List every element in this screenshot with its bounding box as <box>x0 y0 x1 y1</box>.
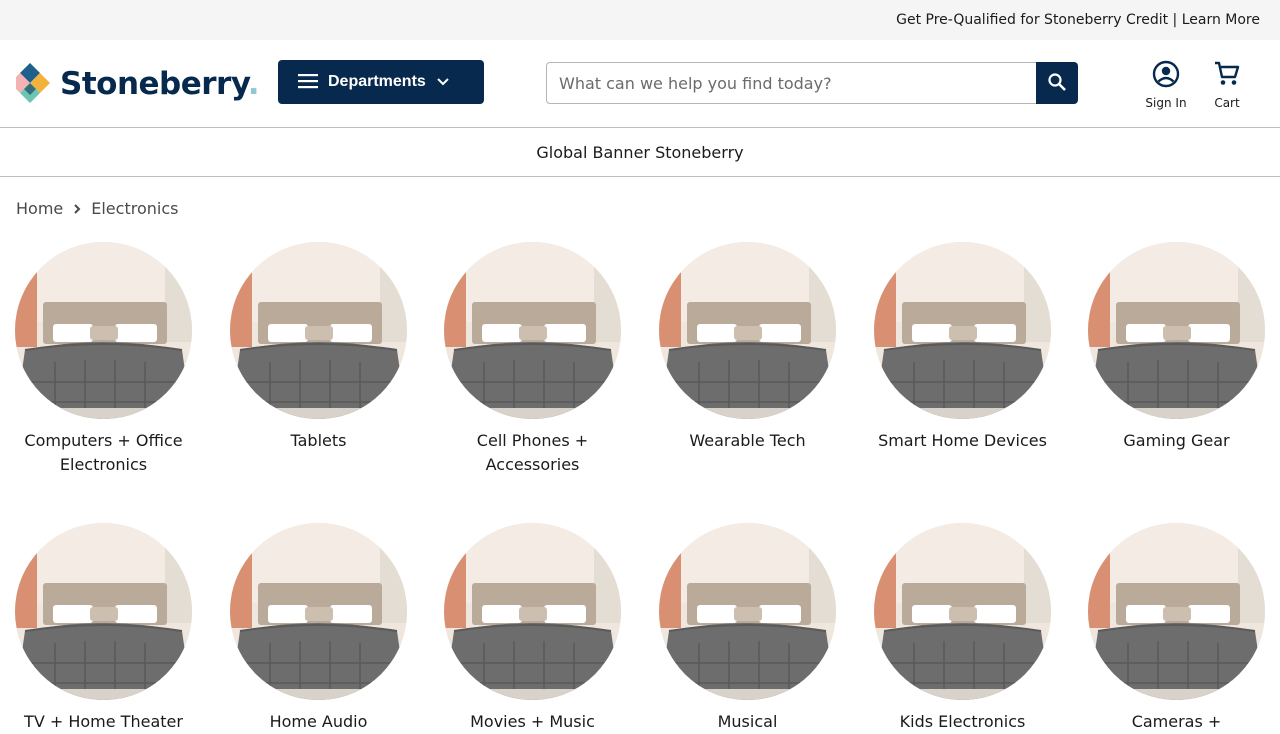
category-label: Kids Electronics <box>899 712 1026 731</box>
search-bar <box>546 62 1078 104</box>
global-banner: Global Banner Stoneberry <box>0 128 1280 177</box>
category-tile[interactable]: Cameras + <box>1088 523 1265 734</box>
category-label: Wearable Tech <box>689 431 806 450</box>
category-tile[interactable]: Musical <box>659 523 836 734</box>
category-image <box>874 523 1051 700</box>
breadcrumb: Home Electronics <box>16 199 178 218</box>
category-label: Computers + Office Electronics <box>24 431 183 474</box>
site-header: Stoneberry. Departments Sign In Cart <box>0 40 1280 128</box>
breadcrumb-current: Electronics <box>91 199 179 218</box>
category-label: TV + Home Theater <box>24 712 183 731</box>
category-tile[interactable]: Gaming Gear <box>1088 242 1265 453</box>
search-icon <box>1047 72 1067 95</box>
logo-mark-icon <box>10 63 56 105</box>
search-input[interactable] <box>546 62 1036 104</box>
category-tile[interactable]: Home Audio <box>230 523 407 734</box>
category-label: Smart Home Devices <box>878 431 1047 450</box>
logo-wordmark: Stoneberry. <box>60 65 259 102</box>
account-circle-icon <box>1152 60 1180 92</box>
departments-label: Departments <box>328 73 426 90</box>
category-image <box>1088 523 1265 700</box>
category-label: Cell Phones + Accessories <box>476 431 589 474</box>
chevron-down-icon <box>436 75 450 90</box>
category-image <box>444 523 621 700</box>
category-label: Cameras + <box>1131 712 1222 731</box>
category-image <box>15 242 192 419</box>
category-image <box>15 523 192 700</box>
search-button[interactable] <box>1036 62 1078 104</box>
category-tile[interactable]: TV + Home Theater <box>15 523 192 734</box>
category-tile[interactable]: Smart Home Devices <box>874 242 1051 453</box>
sign-in-label: Sign In <box>1145 96 1187 110</box>
chevron-right-icon <box>71 203 83 215</box>
category-tile[interactable]: Wearable Tech <box>659 242 836 453</box>
category-image <box>874 242 1051 419</box>
promo-credit-link[interactable]: Get Pre-Qualified for Stoneberry Credit … <box>896 12 1260 28</box>
category-label: Musical <box>717 712 778 731</box>
category-tile[interactable]: Movies + Music <box>444 523 621 734</box>
stoneberry-logo[interactable]: Stoneberry. <box>10 63 259 105</box>
breadcrumb-home-link[interactable]: Home <box>16 199 63 218</box>
category-image <box>230 523 407 700</box>
category-tile[interactable]: Computers + Office Electronics <box>15 242 192 477</box>
category-image <box>1088 242 1265 419</box>
category-tile[interactable]: Cell Phones + Accessories <box>444 242 621 477</box>
category-image <box>444 242 621 419</box>
category-label: Tablets <box>290 431 347 450</box>
departments-button[interactable]: Departments <box>278 60 484 104</box>
category-label: Movies + Music <box>470 712 595 731</box>
category-tile[interactable]: Kids Electronics <box>874 523 1051 734</box>
cart-icon <box>1213 60 1241 92</box>
hamburger-icon <box>298 73 318 92</box>
category-tile[interactable]: Tablets <box>230 242 407 453</box>
category-label: Gaming Gear <box>1123 431 1230 450</box>
category-image <box>659 523 836 700</box>
cart-button[interactable]: Cart <box>1200 60 1254 110</box>
category-label: Home Audio <box>269 712 368 731</box>
category-image <box>659 242 836 419</box>
global-banner-text: Global Banner Stoneberry <box>536 142 744 162</box>
promo-bar: Get Pre-Qualified for Stoneberry Credit … <box>0 0 1280 40</box>
sign-in-button[interactable]: Sign In <box>1138 60 1194 110</box>
category-image <box>230 242 407 419</box>
cart-label: Cart <box>1214 96 1240 110</box>
